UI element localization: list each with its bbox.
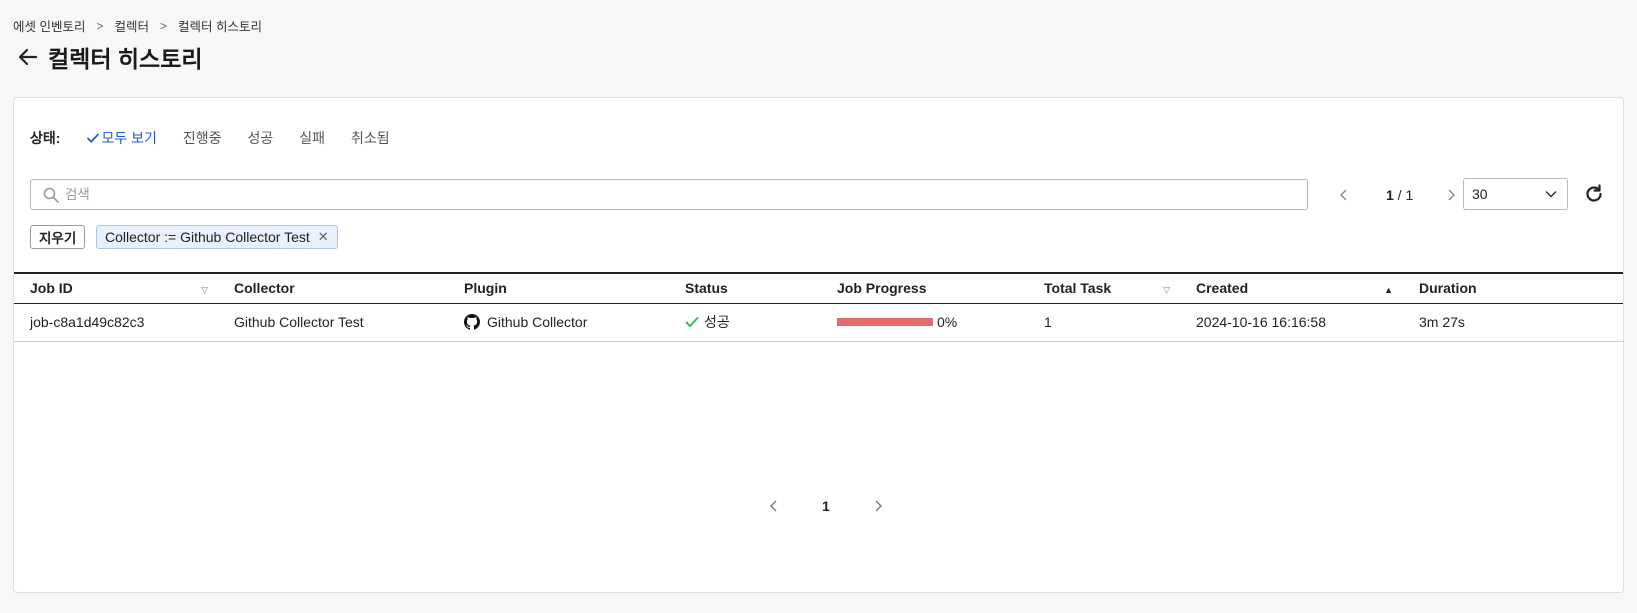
check-icon bbox=[685, 317, 699, 327]
chevron-right-icon: > bbox=[160, 18, 168, 33]
total-pages: 1 bbox=[1405, 186, 1414, 203]
page-number-button[interactable]: 1 bbox=[822, 498, 830, 514]
sort-down-icon: ▽ bbox=[1163, 285, 1170, 295]
history-card: 상태: 모두 보기 진행중 성공 실패 취소됨 1 / 1 30 bbox=[13, 97, 1624, 593]
page-info: 1 / 1 bbox=[1386, 186, 1414, 203]
page-size-select[interactable]: 30 bbox=[1463, 178, 1568, 210]
cell-job-progress: 0% bbox=[821, 303, 1028, 341]
status-text: 성공 bbox=[704, 314, 730, 330]
column-label: Total Task bbox=[1044, 280, 1112, 297]
prev-page-button[interactable] bbox=[764, 496, 784, 516]
next-page-button[interactable] bbox=[1441, 185, 1461, 205]
breadcrumb-item-current: 컬렉터 히스토리 bbox=[178, 20, 263, 34]
page-title: 컬렉터 히스토리 bbox=[48, 46, 203, 72]
sort-up-icon: ▲ bbox=[1384, 285, 1393, 295]
cell-total-task: 1 bbox=[1044, 314, 1052, 330]
search-box[interactable] bbox=[30, 179, 1308, 210]
status-tab-failure[interactable]: 실패 bbox=[299, 128, 325, 148]
breadcrumb: 에셋 인벤토리 > 컬렉터 > 컬렉터 히스토리 bbox=[13, 16, 262, 35]
table-header-row: Job ID ▽ Collector Plugin Status Job Pro… bbox=[14, 273, 1623, 303]
chevron-right-icon: > bbox=[96, 18, 104, 33]
cell-duration: 3m 27s bbox=[1419, 314, 1465, 330]
check-icon bbox=[87, 133, 100, 143]
filter-tag-label: Collector := Github Collector Test bbox=[105, 229, 310, 245]
chevron-right-icon bbox=[1448, 189, 1456, 200]
refresh-icon[interactable] bbox=[1583, 183, 1605, 205]
column-header-total-task[interactable]: Total Task ▽ bbox=[1028, 273, 1180, 303]
history-table: Job ID ▽ Collector Plugin Status Job Pro… bbox=[14, 272, 1623, 342]
status-tab-all[interactable]: 모두 보기 bbox=[86, 128, 157, 148]
current-page: 1 bbox=[1386, 186, 1394, 203]
top-pagination: 1 / 1 bbox=[1334, 179, 1461, 210]
status-tab-canceled[interactable]: 취소됨 bbox=[351, 128, 390, 148]
cell-plugin: Github Collector bbox=[448, 303, 669, 341]
chevron-left-icon bbox=[770, 500, 777, 512]
status-tab-label: 모두 보기 bbox=[101, 130, 157, 146]
table-row[interactable]: job-c8a1d49c82c3 Github Collector Test G… bbox=[14, 303, 1623, 341]
search-input[interactable] bbox=[65, 187, 1265, 202]
status-filter: 상태: 모두 보기 진행중 성공 실패 취소됨 bbox=[30, 128, 416, 148]
column-label: Job ID bbox=[30, 280, 73, 297]
chevron-right-icon bbox=[875, 500, 882, 512]
chevron-left-icon bbox=[1340, 189, 1347, 200]
github-icon bbox=[464, 314, 480, 330]
status-tab-in-progress[interactable]: 진행중 bbox=[183, 128, 222, 148]
bottom-pagination: 1 bbox=[764, 496, 888, 516]
filter-tag: Collector := Github Collector Test ✕ bbox=[96, 225, 338, 249]
column-header-collector[interactable]: Collector bbox=[218, 273, 448, 303]
cell-collector: Github Collector Test bbox=[234, 314, 364, 330]
arrow-left-icon[interactable] bbox=[16, 45, 40, 69]
page-size-value: 30 bbox=[1472, 186, 1488, 202]
close-icon[interactable]: ✕ bbox=[318, 229, 329, 245]
breadcrumb-item-asset-inventory[interactable]: 에셋 인벤토리 bbox=[13, 16, 85, 35]
clear-filters-button[interactable]: 지우기 bbox=[30, 225, 86, 249]
column-header-job-id[interactable]: Job ID ▽ bbox=[14, 273, 218, 303]
breadcrumb-item-collector[interactable]: 컬렉터 bbox=[115, 16, 150, 35]
progress-text: 0% bbox=[937, 314, 958, 330]
column-label: Created bbox=[1196, 280, 1249, 297]
cell-job-id: job-c8a1d49c82c3 bbox=[30, 314, 145, 330]
progress-bar bbox=[837, 318, 933, 326]
next-page-button[interactable] bbox=[868, 496, 888, 516]
prev-page-button[interactable] bbox=[1334, 185, 1354, 205]
status-filter-label: 상태: bbox=[30, 130, 61, 146]
column-header-job-progress[interactable]: Job Progress bbox=[821, 273, 1028, 303]
cell-created: 2024-10-16 16:16:58 bbox=[1196, 314, 1326, 330]
column-header-plugin[interactable]: Plugin bbox=[448, 273, 669, 303]
sort-down-icon: ▽ bbox=[201, 285, 208, 295]
status-tab-success[interactable]: 성공 bbox=[248, 128, 274, 148]
column-header-created[interactable]: Created ▲ bbox=[1180, 273, 1403, 303]
column-header-status[interactable]: Status bbox=[669, 273, 821, 303]
cell-status: 성공 bbox=[669, 303, 821, 341]
page-header: 컬렉터 히스토리 bbox=[16, 40, 203, 74]
column-header-duration[interactable]: Duration bbox=[1403, 273, 1623, 303]
plugin-name: Github Collector bbox=[487, 314, 588, 330]
search-icon bbox=[43, 187, 59, 203]
chevron-down-icon bbox=[1545, 190, 1557, 198]
